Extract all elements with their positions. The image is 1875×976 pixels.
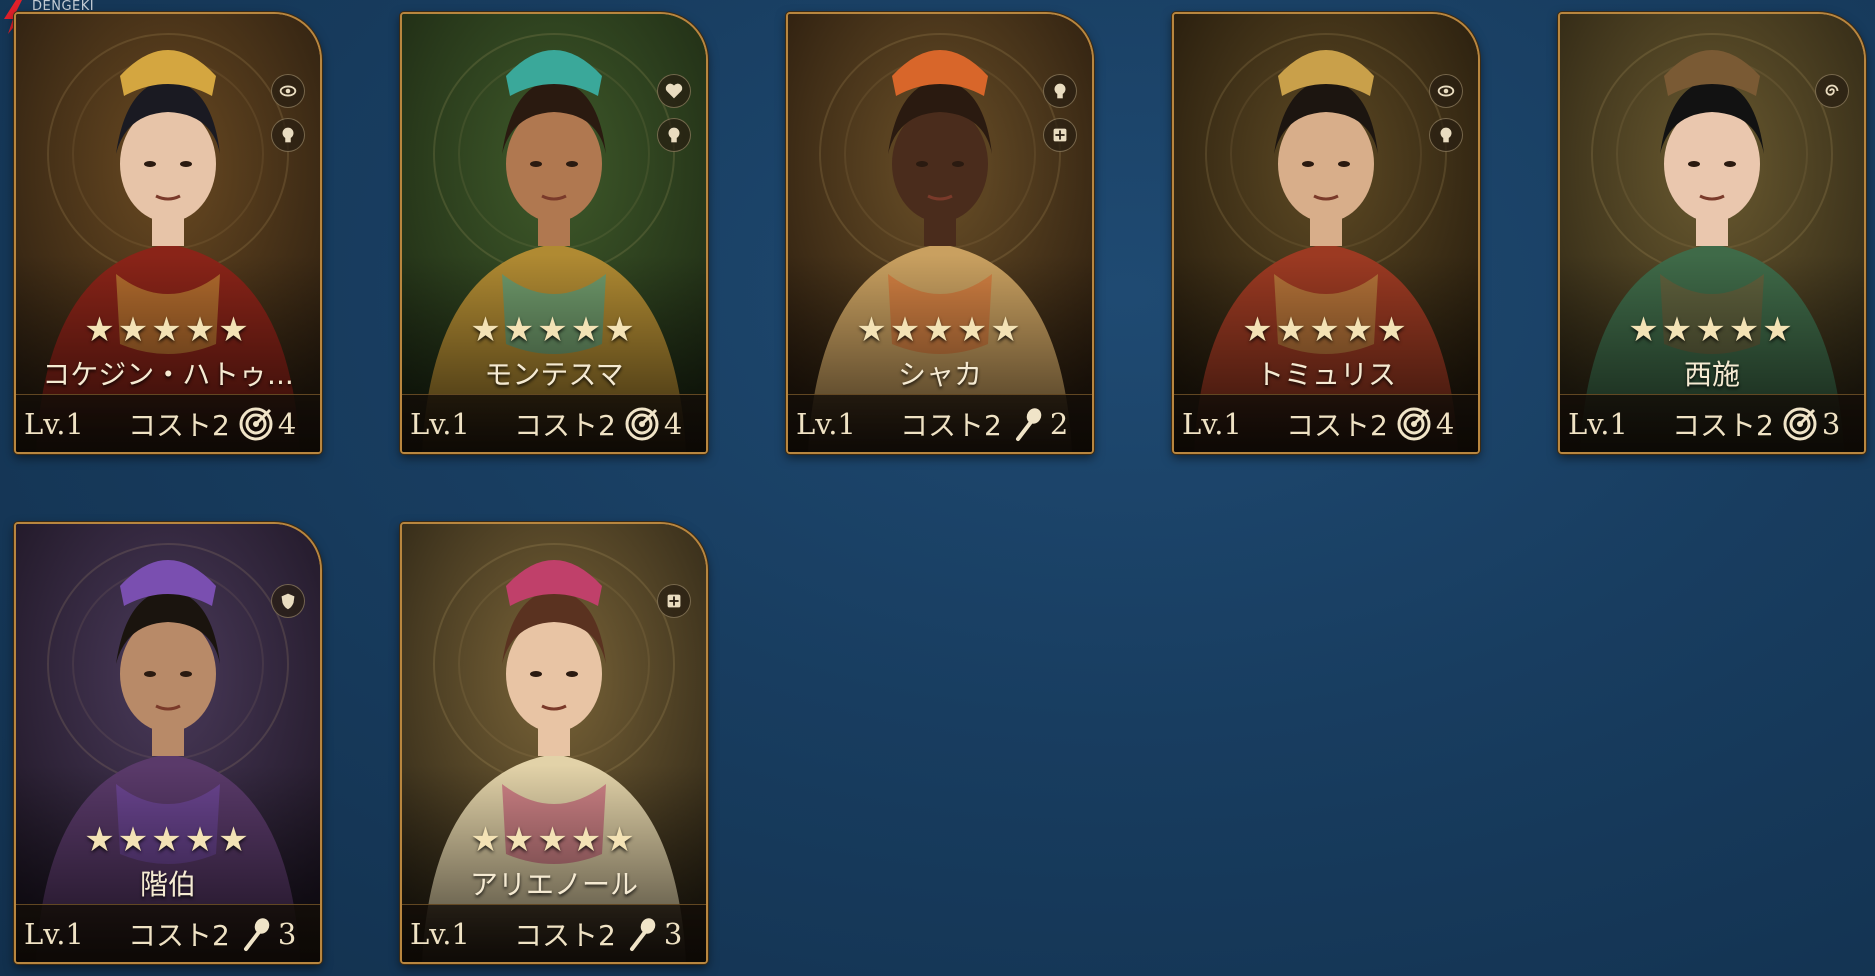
trait-badges [656,584,692,618]
hero-role: 4 [238,406,296,442]
star-rating: ★★★★★ [1628,310,1796,350]
shield-badge-icon [271,584,305,618]
hero-card[interactable]: ★★★★★ コケジン・ハトゥ... Lv.1 コスト2 4 [14,12,322,454]
hero-role: 3 [1782,406,1840,442]
eye-badge-icon [271,74,305,108]
hero-level: Lv.1 [410,406,470,441]
hero-cost: コスト2 [514,408,616,442]
trait-badges [1042,74,1078,152]
star-rating: ★★★★★ [856,310,1024,350]
hero-name: 西施 [1683,358,1740,391]
hero-level: Lv.1 [24,916,84,951]
hero-cost: コスト2 [514,918,616,952]
trait-badges [656,74,692,152]
hero-role-value: 2 [1049,406,1069,441]
club-icon [238,916,274,952]
hero-card-footer: Lv.1 コスト2 4 [16,394,320,452]
target-icon [238,406,274,442]
hero-card-footer: Lv.1 コスト2 3 [1560,394,1864,452]
trait-badges [270,74,306,152]
heart-badge-icon [657,74,691,108]
hero-card[interactable]: ★★★★★ トミュリス Lv.1 コスト2 4 [1172,12,1480,454]
hero-card[interactable]: ★★★★★ シャカ Lv.1 コスト2 2 [786,12,1094,454]
hero-card-footer: Lv.1 コスト2 3 [16,904,320,962]
star-rating: ★★★★★ [84,310,252,350]
hero-cost: コスト2 [1286,408,1388,442]
head-badge-icon [1429,118,1463,152]
club-icon [1010,406,1046,442]
hero-cost: コスト2 [128,918,230,952]
hero-card-footer: Lv.1 コスト2 4 [1174,394,1478,452]
star-rating: ★★★★★ [470,820,638,860]
hero-card-grid: ★★★★★ コケジン・ハトゥ... Lv.1 コスト2 4 ★★★★★ モンテス… [0,0,1875,976]
hero-role-value: 4 [1435,406,1455,441]
hero-level: Lv.1 [410,916,470,951]
star-rating: ★★★★★ [470,310,638,350]
hero-cost: コスト2 [1672,408,1774,442]
hero-role: 2 [1010,406,1068,442]
hero-card[interactable]: ★★★★★ 西施 Lv.1 コスト2 3 [1558,12,1866,454]
hero-role: 4 [1396,406,1454,442]
hero-name: シャカ [897,358,982,391]
trait-badges [1814,74,1850,108]
medic-badge-icon [1043,118,1077,152]
hero-level: Lv.1 [1568,406,1628,441]
target-icon [1396,406,1432,442]
hero-card-footer: Lv.1 コスト2 3 [402,904,706,962]
hero-role: 3 [624,916,682,952]
head-badge-icon [657,118,691,152]
trait-badges [270,584,306,618]
head-badge-icon [1043,74,1077,108]
hero-card[interactable]: ★★★★★ アリエノール Lv.1 コスト2 3 [400,522,708,964]
hero-card-footer: Lv.1 コスト2 4 [402,394,706,452]
hero-role-value: 4 [277,406,297,441]
eye-badge-icon [1429,74,1463,108]
hero-role-value: 3 [1821,406,1841,441]
target-icon [624,406,660,442]
hero-name: アリエノール [469,868,638,901]
hero-card[interactable]: ★★★★★ 階伯 Lv.1 コスト2 3 [14,522,322,964]
hero-cost: コスト2 [900,408,1002,442]
hero-name: 階伯 [139,868,196,901]
target-icon [1782,406,1818,442]
hero-level: Lv.1 [1182,406,1242,441]
hero-level: Lv.1 [796,406,856,441]
star-rating: ★★★★★ [84,820,252,860]
club-icon [624,916,660,952]
hero-card[interactable]: ★★★★★ モンテスマ Lv.1 コスト2 4 [400,12,708,454]
hero-name: コケジン・ハトゥ... [42,358,294,391]
star-rating: ★★★★★ [1242,310,1410,350]
hero-level: Lv.1 [24,406,84,441]
hero-role: 4 [624,406,682,442]
hero-name: トミュリス [1255,358,1396,391]
hero-role-value: 4 [663,406,683,441]
hero-role-value: 3 [277,916,297,951]
hero-role-value: 3 [663,916,683,951]
hero-role: 3 [238,916,296,952]
hero-cost: コスト2 [128,408,230,442]
head-badge-icon [271,118,305,152]
spiral-badge-icon [1815,74,1849,108]
trait-badges [1428,74,1464,152]
hero-card-footer: Lv.1 コスト2 2 [788,394,1092,452]
hero-name: モンテスマ [484,358,624,391]
medic-badge-icon [657,584,691,618]
